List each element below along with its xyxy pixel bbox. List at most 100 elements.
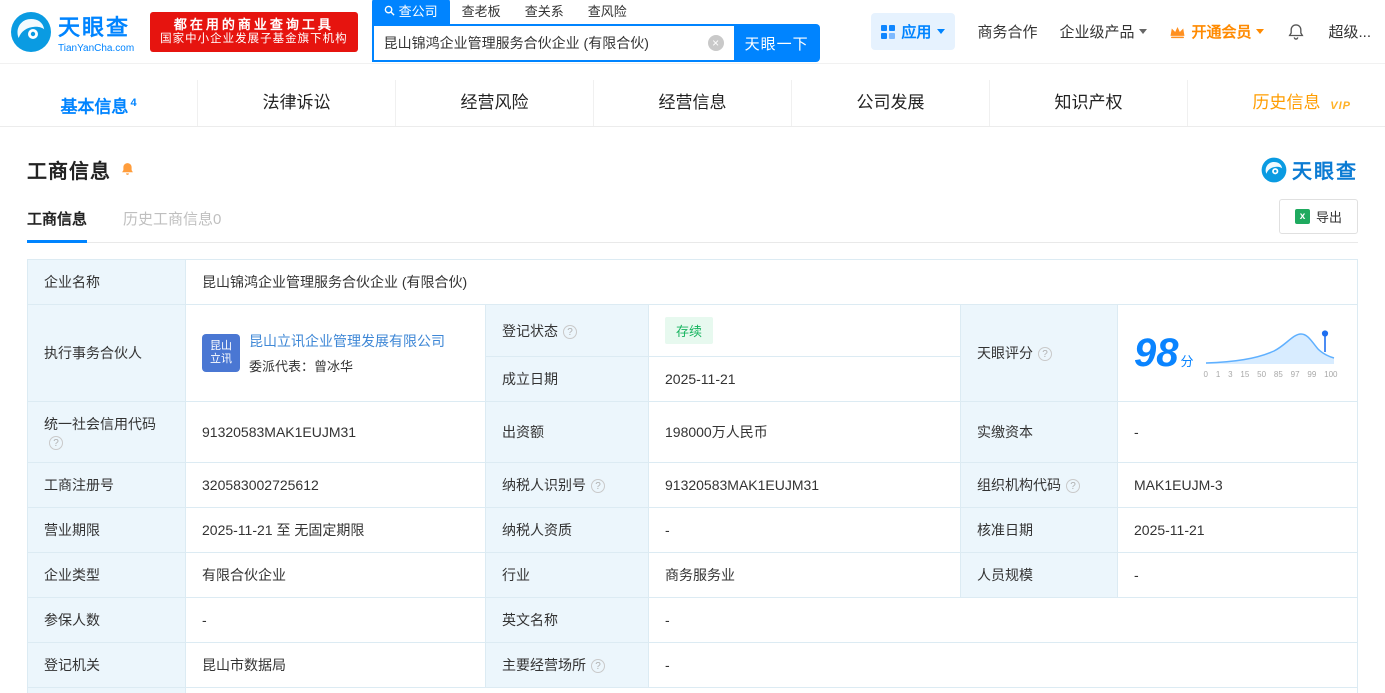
help-icon[interactable]: ? <box>1066 479 1080 493</box>
table-row: 经营范围? 一般项目：企业管理；信息咨询服务（不含许可类信息咨询服务）；财务咨询… <box>27 687 1358 693</box>
help-icon[interactable]: ? <box>591 659 605 673</box>
search-module: 查公司 查老板 查关系 查风险 × 天眼一下 <box>371 0 820 62</box>
notification-bell-icon[interactable] <box>1286 22 1306 42</box>
company-name-label: 企业名称 <box>27 259 186 305</box>
clear-icon[interactable]: × <box>707 35 724 51</box>
apps-menu[interactable]: 应用 <box>871 13 956 50</box>
excel-icon: x <box>1294 209 1310 224</box>
business-term-value: 2025-11-21 至 无固定期限 <box>185 507 486 553</box>
paid-capital-value: - <box>1117 401 1358 463</box>
business-term-label: 营业期限 <box>27 507 186 553</box>
industry-value: 商务服务业 <box>648 552 961 598</box>
table-row: 企业名称 昆山锦鸿企业管理服务合伙企业 (有限合伙) <box>27 259 1358 305</box>
company-detail-tabs: 基本信息 4 法律诉讼 经营风险 经营信息 公司发展 知识产权 历史信息 VIP <box>0 80 1385 127</box>
tab-history-info-label: 历史信息 <box>1252 93 1321 112</box>
promo-banner: 都在用的商业查询工具 国家中小企业发展子基金旗下机构 <box>150 11 358 52</box>
table-row: 执行事务合伙人 昆山 立讯 昆山立讯企业管理发展有限公司 委派代表：曾冰华 登记状… <box>27 304 1358 402</box>
partner-company-link[interactable]: 昆山立讯企业管理发展有限公司 <box>249 331 445 351</box>
search-box: × <box>371 24 734 62</box>
subtab-row: 工商信息 历史工商信息0 x 导出 <box>27 199 1358 243</box>
org-code-value: MAK1EUJM-3 <box>1117 462 1358 508</box>
company-name-value: 昆山锦鸿企业管理服务合伙企业 (有限合伙) <box>185 259 1358 305</box>
search-row: × 天眼一下 <box>371 24 820 62</box>
header-right-nav: 应用 商务合作 企业级产品 开通会员 超级... <box>871 13 1371 50</box>
search-tab-risk[interactable]: 查风险 <box>576 0 639 24</box>
export-button[interactable]: x 导出 <box>1278 199 1358 234</box>
subscribe-bell-icon[interactable] <box>119 161 136 178</box>
reg-status-value: 存续 <box>648 304 961 357</box>
search-button[interactable]: 天眼一下 <box>733 24 820 62</box>
partner-representative: 委派代表：曾冰华 <box>249 359 354 374</box>
crown-icon <box>1171 26 1185 38</box>
search-tab-company-label: 查公司 <box>398 4 438 19</box>
page: 天眼查 TianYanCha.com 都在用的商业查询工具 国家中小企业发展子基… <box>0 0 1385 693</box>
english-name-value: - <box>648 597 1358 643</box>
search-tab-relation[interactable]: 查关系 <box>513 0 576 24</box>
credit-code-label: 统一社会信用代码? <box>27 401 186 463</box>
vip-badge: VIP <box>1330 100 1351 112</box>
help-icon[interactable]: ? <box>1038 347 1052 361</box>
help-icon[interactable]: ? <box>591 479 605 493</box>
tab-intellectual-property[interactable]: 知识产权 <box>990 80 1188 126</box>
business-cooperation-link[interactable]: 商务合作 <box>977 21 1037 42</box>
help-icon[interactable]: ? <box>563 324 577 339</box>
tab-legal-litigation[interactable]: 法律诉讼 <box>198 80 396 126</box>
status-badge: 存续 <box>665 317 714 344</box>
search-tab-boss[interactable]: 查老板 <box>450 0 513 24</box>
search-tab-company[interactable]: 查公司 <box>371 0 450 24</box>
tab-operation-info[interactable]: 经营信息 <box>594 80 792 126</box>
reg-number-label: 工商注册号 <box>27 462 186 508</box>
tianyancha-watermark-logo: 天眼查 <box>1261 155 1358 184</box>
subtab-history-business-info[interactable]: 历史工商信息0 <box>123 208 221 229</box>
establish-date-value: 2025-11-21 <box>648 356 961 402</box>
tianyancha-logo[interactable]: 天眼查 TianYanCha.com <box>10 10 134 54</box>
tianyancha-logo-icon <box>11 11 51 52</box>
promo-line1: 都在用的商业查询工具 <box>173 16 334 32</box>
table-row: 工商注册号 320583002725612 纳税人识别号? 91320583MA… <box>27 462 1358 508</box>
promo-line2: 国家中小企业发展子基金旗下机构 <box>160 32 348 45</box>
tianyan-score-label: 天眼评分? <box>960 304 1118 402</box>
reg-status-label: 登记状态? <box>485 304 649 357</box>
tab-history-info[interactable]: 历史信息 VIP <box>1188 80 1385 126</box>
company-type-value: 有限合伙企业 <box>185 552 486 598</box>
tab-company-development[interactable]: 公司发展 <box>792 80 990 126</box>
tab-basic-info[interactable]: 基本信息 4 <box>0 80 198 126</box>
enterprise-products-menu[interactable]: 企业级产品 <box>1059 21 1148 42</box>
search-input[interactable] <box>373 35 708 51</box>
super-vip-link[interactable]: 超级... <box>1328 21 1371 42</box>
table-row: 参保人数 - 英文名称 - <box>27 597 1358 643</box>
business-place-value: - <box>648 642 1358 688</box>
subtab-business-info[interactable]: 工商信息 <box>27 208 88 243</box>
tianyan-score-value: 98 分 0 1 3 15 50 85 97 99 100 <box>1117 304 1358 402</box>
partner-company-logo: 昆山 立讯 <box>202 334 240 372</box>
reg-authority-label: 登记机关 <box>27 642 186 688</box>
staff-size-label: 人员规模 <box>960 552 1118 598</box>
taxpayer-quality-label: 纳税人资质 <box>485 507 649 553</box>
table-row: 营业期限 2025-11-21 至 无固定期限 纳税人资质 - 核准日期 202… <box>27 507 1358 553</box>
tab-count-badge: 4 <box>130 97 137 109</box>
apps-grid-icon <box>881 24 896 39</box>
score-axis-ticks: 0 1 3 15 50 85 97 99 100 <box>1203 369 1338 379</box>
taxpayer-quality-value: - <box>648 507 961 553</box>
section-header: 工商信息 天眼查 <box>27 155 1358 184</box>
approval-date-value: 2025-11-21 <box>1117 507 1358 553</box>
insured-count-label: 参保人数 <box>27 597 186 643</box>
reg-number-value: 320583002725612 <box>185 462 486 508</box>
brand-domain: TianYanCha.com <box>58 42 135 54</box>
capital-value: 198000万人民币 <box>648 401 961 463</box>
establish-date-label: 成立日期 <box>485 356 649 402</box>
english-name-label: 英文名称 <box>485 597 649 643</box>
executive-partner-label: 执行事务合伙人 <box>27 304 186 402</box>
org-code-label: 组织机构代码? <box>960 462 1118 508</box>
reg-authority-value: 昆山市数据局 <box>185 642 486 688</box>
tab-basic-info-label: 基本信息 <box>60 97 129 117</box>
watermark-brand-name: 天眼查 <box>1292 161 1358 183</box>
tab-operation-risk[interactable]: 经营风险 <box>396 80 594 126</box>
business-scope-value: 一般项目：企业管理；信息咨询服务（不含许可类信息咨询服务）；财务咨询；市场营销策… <box>185 687 1358 693</box>
help-icon[interactable]: ? <box>49 436 63 450</box>
insured-count-value: - <box>185 597 486 643</box>
search-icon <box>384 5 395 16</box>
executive-partner-value: 昆山 立讯 昆山立讯企业管理发展有限公司 委派代表：曾冰华 <box>185 304 486 402</box>
section-title: 工商信息 <box>27 161 111 183</box>
vip-upgrade-menu[interactable]: 开通会员 <box>1169 21 1265 42</box>
